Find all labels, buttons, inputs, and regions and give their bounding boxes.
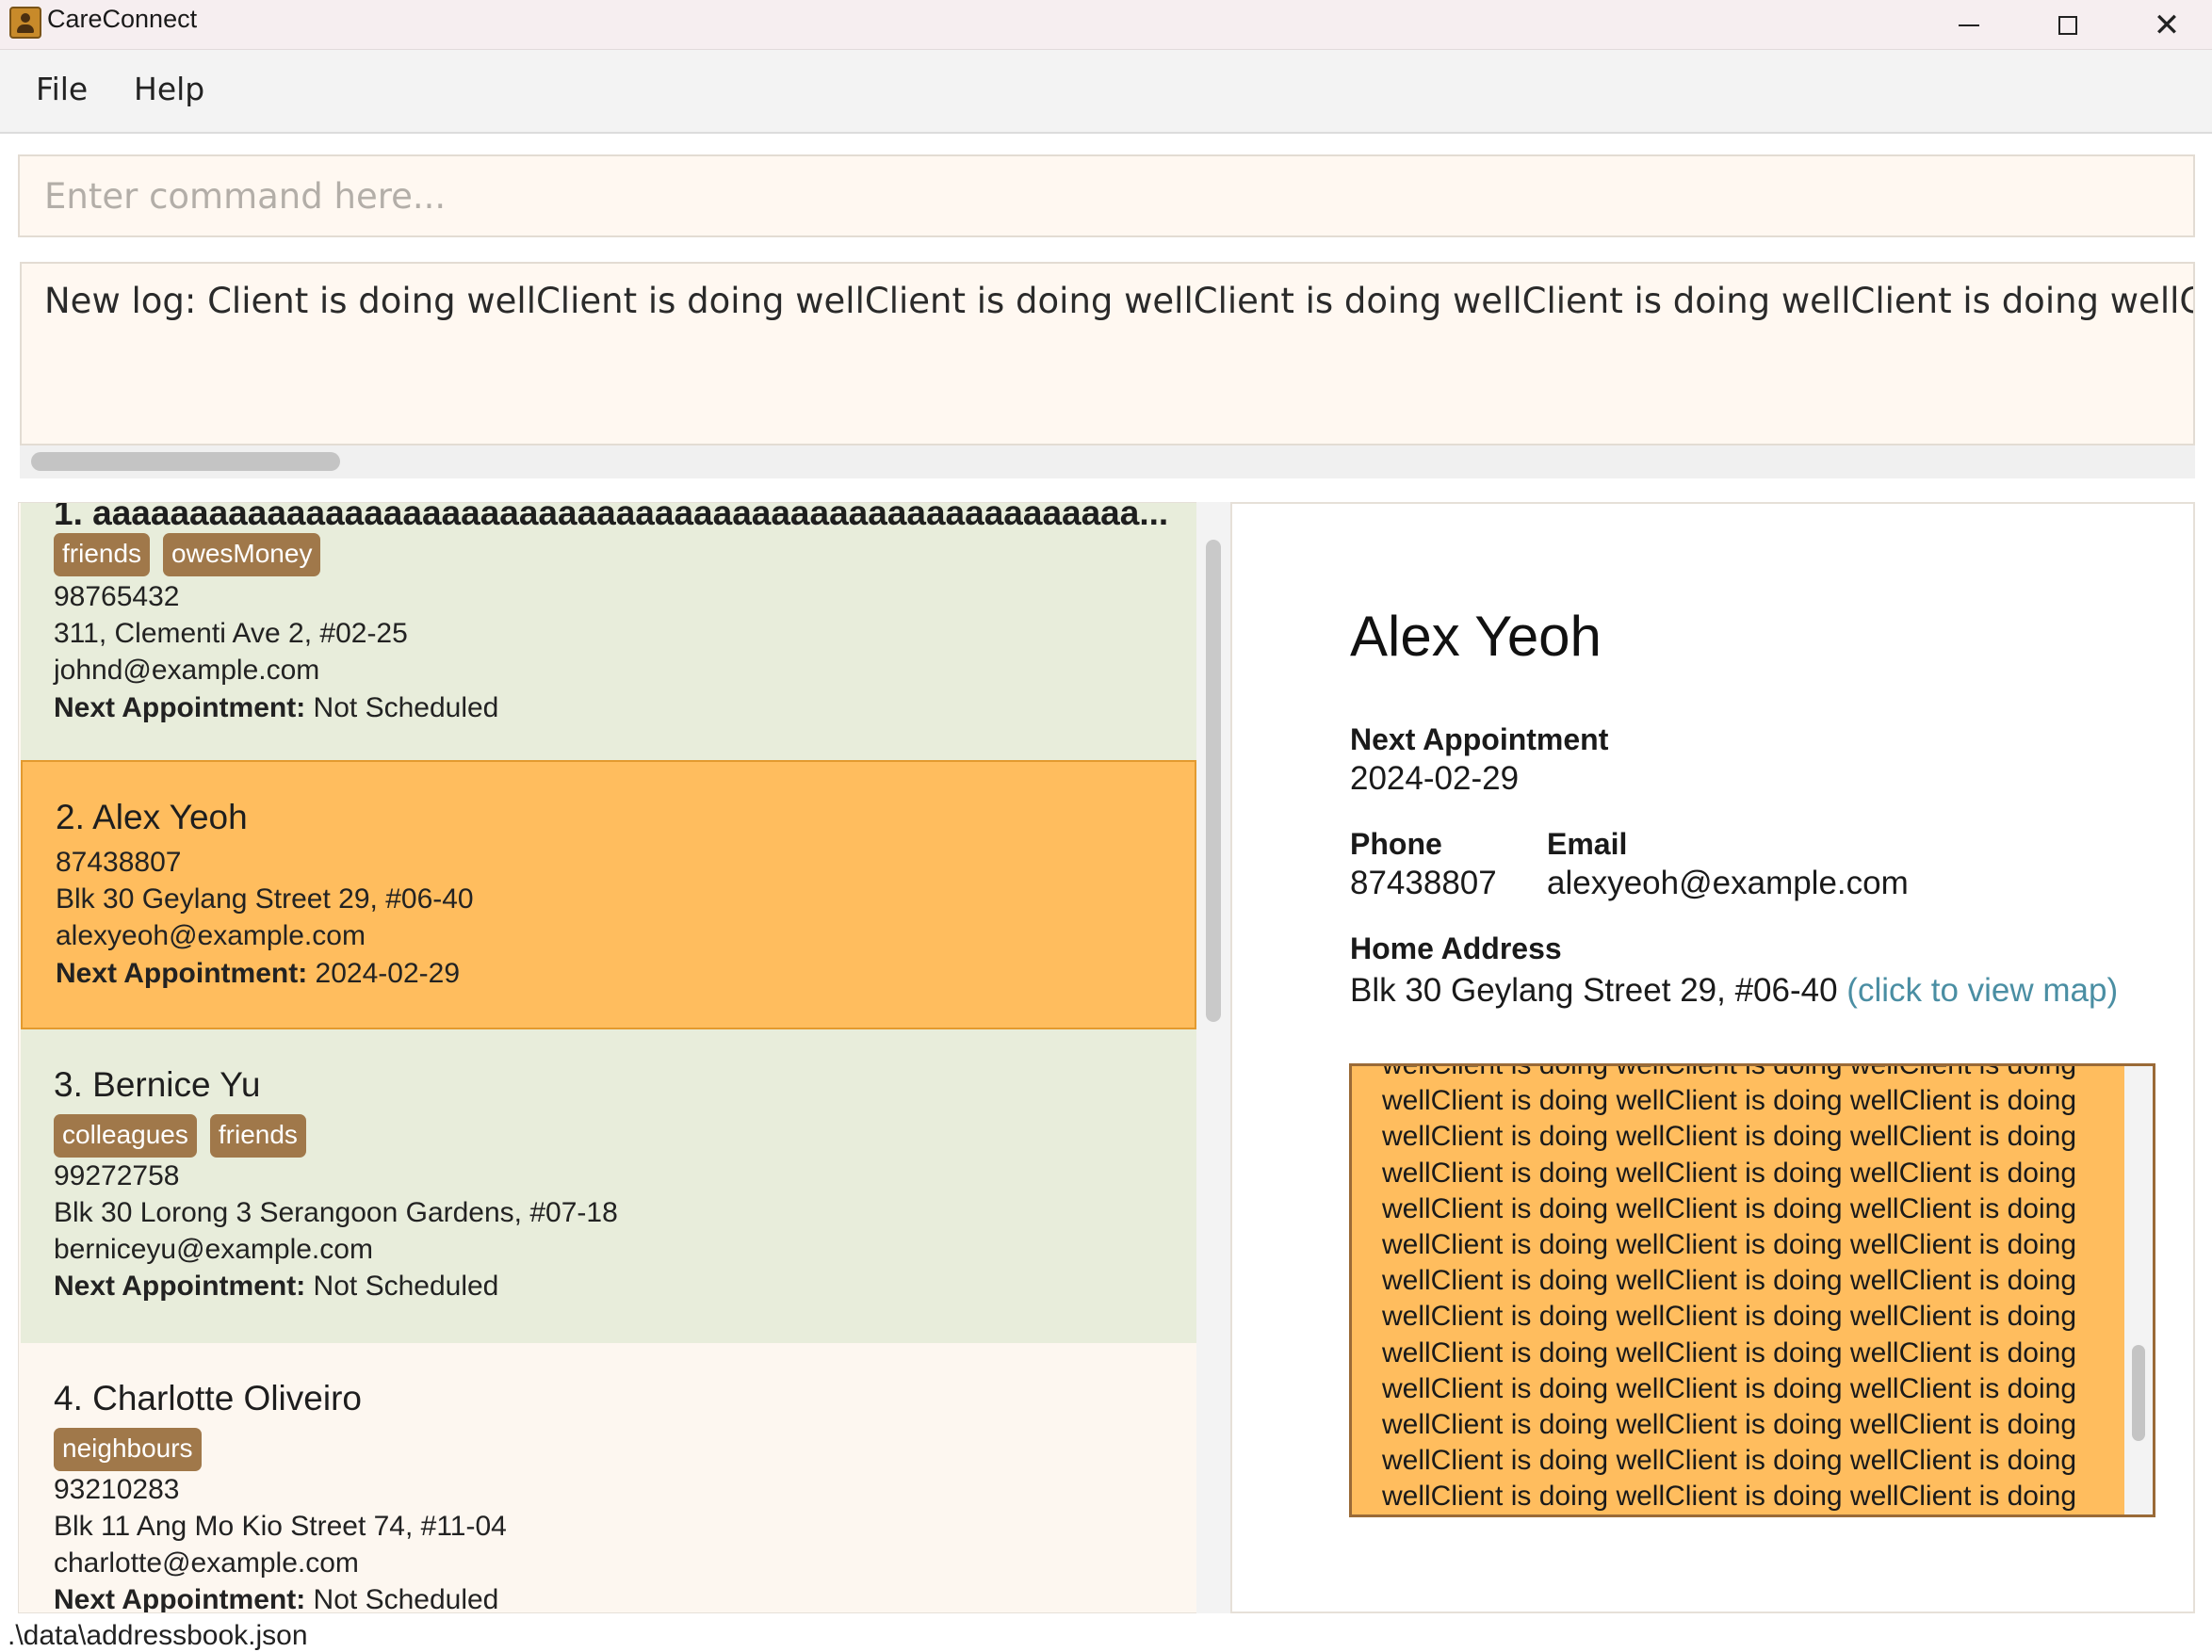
detail-email-value: alexyeoh@example.com — [1547, 865, 1909, 901]
notes-log-line: wellClient is doing wellClient is doing … — [1382, 1121, 2077, 1153]
person-name: 4. Charlotte Oliveiro — [54, 1379, 362, 1417]
notes-log-area[interactable]: wellClient is doing wellClient is doing … — [1349, 1063, 2155, 1517]
close-button[interactable]: ✕ — [2120, 0, 2212, 50]
notes-log-line: wellClient is doing wellClient is doing … — [1382, 1409, 2077, 1441]
command-box — [18, 154, 2195, 237]
tag: neighbours — [54, 1428, 202, 1471]
notes-scrollbar-thumb[interactable] — [2132, 1345, 2145, 1441]
tag: owesMoney — [163, 533, 321, 576]
person-email: charlotte@example.com — [54, 1547, 359, 1579]
appointment-label: Next Appointment: — [54, 1271, 306, 1302]
person-address: Blk 11 Ang Mo Kio Street 74, #11-04 — [54, 1511, 507, 1542]
person-appointment: Next Appointment: Not Scheduled — [54, 1584, 499, 1613]
minimize-icon — [1959, 24, 1979, 26]
tag: friends — [209, 1114, 306, 1158]
window-title: CareConnect — [47, 5, 198, 33]
person-address: Blk 30 Lorong 3 Serangoon Gardens, #07-1… — [54, 1197, 618, 1228]
notes-log-line: wellClient is doing wellClient is doing … — [1382, 1157, 2077, 1189]
notes-log-line: wellClient is doing wellClient is doing … — [1382, 1229, 2077, 1261]
person-card-selected[interactable]: 2. Alex Yeoh 87438807 Blk 30 Geylang Str… — [21, 760, 1196, 1029]
notes-scrollbar[interactable] — [2124, 1066, 2153, 1514]
tag-list: neighbours — [54, 1428, 202, 1471]
notes-log-line: wellClient is doing wellClient is doing … — [1382, 1481, 2077, 1513]
result-scrollbar-thumb[interactable] — [31, 452, 340, 471]
appointment-label: Next Appointment: — [56, 958, 308, 989]
maximize-icon — [2058, 15, 2077, 35]
person-address: Blk 30 Geylang Street 29, #06-40 — [56, 883, 474, 915]
appointment-value: Not Scheduled — [313, 692, 499, 723]
detail-phone-label: Phone — [1350, 827, 1442, 861]
close-icon: ✕ — [2153, 6, 2181, 44]
notes-log-line: wellClient is doing wellClient is doing … — [1382, 1372, 2077, 1404]
notes-log-line: wellClient is doing wellClient is doing … — [1382, 1063, 2077, 1080]
result-text: New log: Client is doing wellClient is d… — [44, 281, 2195, 321]
detail-address-value: Blk 30 Geylang Street 29, #06-40 — [1350, 972, 1838, 1009]
person-appointment: Next Appointment: 2024-02-29 — [56, 958, 460, 990]
tag-list: friends owesMoney — [54, 533, 321, 576]
person-phone: 93210283 — [54, 1474, 180, 1505]
tag-list: colleagues friends — [54, 1114, 306, 1158]
notes-log-line: wellClient is doing wellClient is doing … — [1382, 1515, 2098, 1517]
notes-log-line: wellClient is doing wellClient is doing … — [1382, 1192, 2077, 1224]
menu-help[interactable]: Help — [134, 71, 204, 107]
result-horizontal-scrollbar[interactable] — [20, 445, 2195, 478]
person-card[interactable]: 1. aaaaaaaaaaaaaaaaaaaaaaaaaaaaaaaaaaaaa… — [21, 502, 1196, 760]
person-list: 1. aaaaaaaaaaaaaaaaaaaaaaaaaaaaaaaaaaaaa… — [18, 502, 1229, 1613]
appointment-value: Not Scheduled — [313, 1271, 499, 1302]
person-name: 3. Bernice Yu — [54, 1065, 261, 1104]
view-map-link[interactable]: (click to view map) — [1846, 972, 2118, 1009]
person-list-scrollbar-thumb[interactable] — [1206, 540, 1221, 1022]
appointment-value: 2024-02-29 — [315, 958, 461, 989]
notes-log-line: wellClient is doing wellClient is doing … — [1382, 1445, 2077, 1477]
person-email: berniceyu@example.com — [54, 1234, 373, 1265]
tag: friends — [54, 533, 151, 576]
person-phone: 98765432 — [54, 581, 180, 612]
detail-appointment-value: 2024-02-29 — [1350, 760, 1520, 797]
tag: colleagues — [54, 1114, 197, 1158]
person-email: johnd@example.com — [54, 655, 320, 686]
title-bar: CareConnect ✕ — [0, 0, 2212, 50]
person-appointment: Next Appointment: Not Scheduled — [54, 692, 498, 724]
appointment-label: Next Appointment: — [54, 1584, 306, 1613]
person-name: 1. aaaaaaaaaaaaaaaaaaaaaaaaaaaaaaaaaaaaa… — [54, 502, 1169, 532]
status-bar: .\data\addressbook.json — [0, 1615, 2212, 1651]
person-phone: 87438807 — [56, 847, 182, 878]
person-phone: 99272758 — [54, 1160, 180, 1191]
maximize-button[interactable] — [2021, 0, 2115, 50]
person-email: alexyeoh@example.com — [56, 920, 366, 951]
person-list-scrollbar[interactable] — [1196, 502, 1230, 1613]
person-card[interactable]: 4. Charlotte Oliveiro neighbours 9321028… — [21, 1343, 1196, 1613]
minimize-button[interactable] — [1922, 0, 2016, 50]
person-appointment: Next Appointment: Not Scheduled — [54, 1271, 498, 1303]
menu-file[interactable]: File — [36, 71, 88, 107]
person-card[interactable]: 3. Bernice Yu colleagues friends 9927275… — [21, 1029, 1196, 1343]
appointment-label: Next Appointment: — [54, 692, 306, 723]
notes-log-text: wellClient is doing wellClient is doing … — [1382, 1063, 2098, 1517]
appointment-value: Not Scheduled — [313, 1584, 499, 1613]
notes-log-line: wellClient is doing wellClient is doing … — [1382, 1265, 2077, 1297]
notes-log-line: wellClient is doing wellClient is doing … — [1382, 1085, 2077, 1117]
notes-log-line: wellClient is doing wellClient is doing … — [1382, 1301, 2077, 1333]
person-name: 2. Alex Yeoh — [56, 798, 248, 836]
result-display[interactable]: New log: Client is doing wellClient is d… — [20, 262, 2195, 445]
command-input[interactable] — [20, 156, 2193, 235]
person-address: 311, Clementi Ave 2, #02-25 — [54, 618, 408, 649]
notes-log-line: wellClient is doing wellClient is doing … — [1382, 1336, 2077, 1369]
save-location-path: .\data\addressbook.json — [8, 1620, 308, 1651]
menu-bar: File Help — [0, 50, 2212, 134]
person-detail-panel: Alex Yeoh Next Appointment 2024-02-29 Ph… — [1230, 502, 2195, 1613]
detail-email-label: Email — [1547, 827, 1628, 861]
detail-appointment-label: Next Appointment — [1350, 722, 1609, 756]
detail-name: Alex Yeoh — [1350, 605, 1602, 668]
detail-phone-value: 87438807 — [1350, 865, 1497, 901]
detail-address-row: Blk 30 Geylang Street 29, #06-40 (click … — [1350, 972, 2118, 1010]
app-contacts-icon — [9, 7, 41, 39]
detail-address-label: Home Address — [1350, 931, 1562, 965]
